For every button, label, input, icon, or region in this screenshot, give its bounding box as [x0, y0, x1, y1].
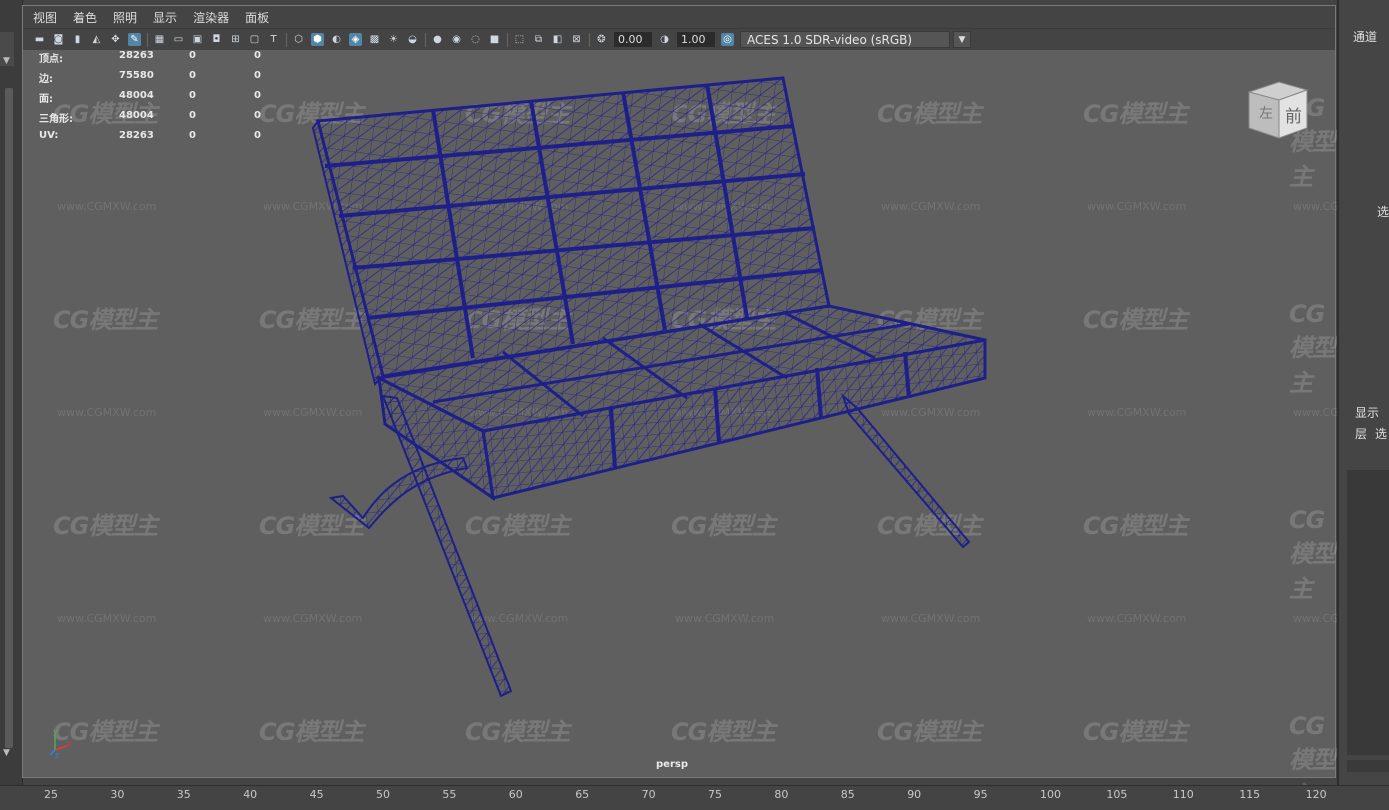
- viewcube-left-label: 左: [1259, 106, 1273, 122]
- camera-label: persp: [656, 759, 688, 770]
- layer-select-menu[interactable]: 选: [1375, 425, 1387, 442]
- ruler-tick-label: 120: [1305, 788, 1327, 801]
- ruler-tick-label: 115: [1239, 788, 1261, 801]
- ruler-tick-label: 35: [176, 788, 191, 801]
- ruler-tick-label: 90: [907, 788, 922, 801]
- axis-x-label: x: [67, 739, 72, 748]
- layer-list[interactable]: [1347, 470, 1389, 755]
- ruler-tick-label: 75: [708, 788, 722, 801]
- left-toolbox-strip: ▼ ▼: [0, 0, 23, 804]
- ruler-tick-label: 70: [641, 788, 656, 801]
- viewcube-widget[interactable]: 左 前: [1245, 76, 1311, 142]
- ruler-tick-label: 50: [376, 788, 390, 801]
- ruler-tick-label: 105: [1106, 788, 1128, 801]
- tab-display[interactable]: 显示: [1355, 404, 1379, 421]
- viewcube-front-label: 前: [1285, 107, 1302, 127]
- layers-menu[interactable]: 层: [1355, 425, 1367, 442]
- axis-y-label: y: [53, 728, 58, 736]
- ruler-tick-label: 25: [44, 788, 58, 801]
- ruler-tick-label: 65: [575, 788, 590, 801]
- ruler-tick-label: 100: [1040, 788, 1061, 801]
- ruler-tick-label: 95: [973, 788, 988, 801]
- ruler-tick-label: 110: [1172, 788, 1194, 801]
- ruler-tick-label: 85: [840, 788, 855, 801]
- ruler-tick-label: 40: [243, 788, 258, 801]
- ruler-tick-label: 80: [774, 788, 789, 801]
- chevron-down-icon[interactable]: ▼: [3, 56, 10, 66]
- time-slider-ruler[interactable]: 25 30 35 40 45 50 55 60 65 70 75 80 85 90 95 100 105 110 1…: [0, 785, 1389, 805]
- ruler-tick-label: 45: [309, 788, 324, 801]
- channels-menu[interactable]: 通道: [1353, 28, 1377, 45]
- channel-box-panel: 通道 选 显示 层 选: [1337, 0, 1389, 785]
- ruler-tick-label: 55: [442, 788, 457, 801]
- ruler-tick-label: 30: [110, 788, 125, 801]
- chevron-down-icon[interactable]: ▼: [3, 748, 10, 758]
- axis-z-label: z: [55, 751, 59, 758]
- chair-wireframe-model[interactable]: [23, 6, 1335, 777]
- ruler-tick-label: 60: [508, 788, 523, 801]
- axis-gizmo: y x z: [49, 728, 72, 758]
- layer-list-scrollbar[interactable]: [1347, 760, 1389, 772]
- select-menu[interactable]: 选: [1377, 203, 1389, 220]
- viewport-panel[interactable]: 视图 着色 照明 显示 渲染器 面板 ▬ ◙ ▮ ◭ ✥ ✎ ▦ ▭ ▣ ◘ ⊞…: [22, 5, 1389, 809]
- left-strip-scrollbar[interactable]: [5, 88, 13, 748]
